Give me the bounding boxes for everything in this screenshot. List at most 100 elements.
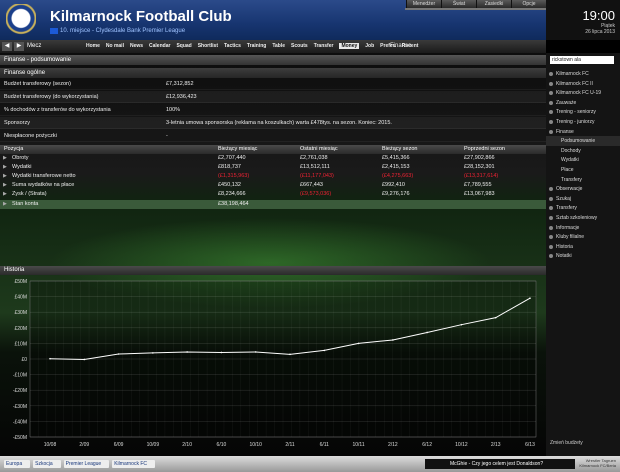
header: Kilmarnock Football Club 10. miejsce - C… [0,0,620,40]
cell: £8,234,666 [218,191,246,197]
tab-shortlist[interactable]: Shortlist [198,43,218,49]
menu-saves[interactable]: Zasiedki [476,0,511,8]
tab-news[interactable]: News [130,43,143,49]
tab-money[interactable]: Money [339,43,360,49]
search-input[interactable]: rickstown ala [550,56,614,64]
expand-icon[interactable]: ▶ [3,200,7,209]
sidebar-item[interactable]: Trening - seniorzy [546,107,620,117]
summary-row: Sponsorzy 3-letnia umowa sponsorska (rek… [0,117,546,129]
sidebar-item[interactable]: Kluby filialne [546,232,620,242]
col-current-month[interactable]: Bieżący miesiąc [218,145,257,154]
col-item[interactable]: Pozycja [4,145,23,154]
sidebar-item[interactable]: Finanse [546,127,620,137]
expand-icon[interactable]: ▶ [3,163,7,172]
expand-icon[interactable]: ▶ [3,154,7,163]
sidebar-item[interactable]: Informacje [546,223,620,233]
sidebar-item[interactable]: Notatki [546,251,620,261]
bullet-icon [549,244,553,249]
sidebar-item[interactable]: Obserwacje [546,184,620,194]
breadcrumb-europe[interactable]: Europa [4,460,31,468]
sidebar-item[interactable]: Szukaj [546,194,620,204]
data-point [529,297,531,299]
menu-world[interactable]: Świat [441,0,476,8]
breadcrumb-league[interactable]: Premier League [63,460,110,468]
sidebar-item[interactable]: Historia [546,242,620,252]
summary-label: % dochodów z transferów do wykorzystania [4,107,111,113]
x-tick-label: 2/11 [285,442,295,448]
tab-no-mail[interactable]: No mail [106,43,124,49]
row-label: Obroty [12,155,29,161]
bullet-icon [549,72,553,76]
cell: £5,415,366 [382,155,410,161]
tab-transfer[interactable]: Transfer [314,43,334,49]
sidebar-item[interactable]: Kilmarnock FC II [546,79,620,89]
club-title: Kilmarnock Football Club [50,8,232,25]
sidebar-item[interactable]: Płace [546,165,620,175]
data-point [426,331,428,334]
tab-squad[interactable]: Squad [176,43,191,49]
sidebar-item[interactable]: Kilmarnock FC U-19 [546,88,620,98]
sidebar-item-label: Sztab szkoleniowy [556,215,598,221]
bullet-icon [549,110,553,115]
news-ticker[interactable]: McGhie - Czy jego celem jest Donaldson? [425,459,575,469]
nav-crumb[interactable]: Mecz [27,43,41,49]
data-point [220,351,223,354]
summary-row: Budżet transferowy (do wykorzystania) £1… [0,91,546,103]
menu-options[interactable]: Opcje [511,0,546,8]
sidebar-item[interactable]: Transfery [546,175,620,185]
x-tick-label: 10/10 [249,442,262,448]
league-position[interactable]: 10. miejsce - Clydesdale Bank Premier Le… [60,28,185,34]
col-last-month[interactable]: Ostatni miesiąc [300,145,338,154]
sidebar-item[interactable]: Zauważe [546,98,620,108]
x-tick-label: 2/13 [491,442,501,448]
sidebar-item[interactable]: Transfery [546,203,620,213]
main-panel: Finanse - podsumowanie Finanse ogólne Bu… [0,53,546,456]
forward-button[interactable]: ▶ [14,42,24,51]
back-button[interactable]: ◀ [2,42,12,51]
sidebar-item[interactable]: Podsumowanie [546,136,620,147]
expand-icon[interactable]: ▶ [3,190,7,199]
sidebar-item-label: Szukaj [556,195,572,202]
sidebar-item[interactable]: Wydatki [546,155,620,165]
breadcrumb-club[interactable]: Kilmarnock FC [112,460,156,468]
sidebar-item-label: Kluby filialne [556,234,585,241]
cell: £7,789,555 [464,182,492,188]
expand-icon[interactable]: ▶ [3,181,7,190]
menu-manager[interactable]: Menedżer [406,0,441,8]
y-tick-label: £50M [14,279,27,285]
col-current-season[interactable]: Bieżący sezon [382,145,417,154]
table-row[interactable]: ▶ Wydatki transferowe netto (£1,315,963)… [0,172,546,181]
change-budgets-link[interactable]: Zmień budżety [550,440,583,446]
sidebar-item-label: Kilmarnock FC II [556,80,593,87]
table-row[interactable]: ▶ Wydatki £818,737 £13,512,111 £2,415,15… [0,163,546,172]
sidebar-item[interactable]: Sztab szkoleniowy [546,213,620,223]
tab-calendar[interactable]: Calendar [149,43,170,49]
table-row-balance[interactable]: ▶ Stan konta £38,198,464 [0,200,546,209]
sidebar-item-label: Transfery [561,176,582,183]
tab-job[interactable]: Job [365,43,374,49]
general-finances-title: Finanse ogólne [0,68,546,78]
y-tick-label: -£50M [13,435,27,441]
tab-table[interactable]: Table [272,43,285,49]
table-row[interactable]: ▶ Obroty £2,707,440 £2,761,038 £5,415,36… [0,154,546,163]
tab-training[interactable]: Training [247,43,266,49]
sidebar-item-label: Informacje [556,224,580,231]
sidebar-item[interactable]: Dochody [546,146,620,156]
cell: £2,761,038 [300,155,328,161]
tab-scouts[interactable]: Scouts [291,43,308,49]
x-tick-label: 10/08 [44,442,57,448]
table-row[interactable]: ▶ Suma wydatków na płace £450,132 £667,4… [0,181,546,190]
table-row[interactable]: ▶ Zysk / (Strata) £8,234,666 (£9,573,036… [0,190,546,199]
cell: £992,410 [382,182,405,188]
sidebar-item[interactable]: Trening - juniorzy [546,117,620,127]
tab-tactics[interactable]: Tactics [224,43,241,49]
row-label: Stan konta [12,201,39,207]
bullet-icon [549,129,553,134]
expand-icon[interactable]: ▶ [3,172,7,181]
sidebar-item[interactable]: Kilmarnock FC [546,69,620,79]
col-previous-season[interactable]: Poprzedni sezon [464,145,505,154]
clock[interactable]: 19:00 Piątek 26 lipca 2013 [546,0,620,40]
tab-home[interactable]: Home [86,43,100,49]
bullet-icon [549,254,553,259]
breadcrumb-scotland[interactable]: Szkocja [33,460,61,468]
